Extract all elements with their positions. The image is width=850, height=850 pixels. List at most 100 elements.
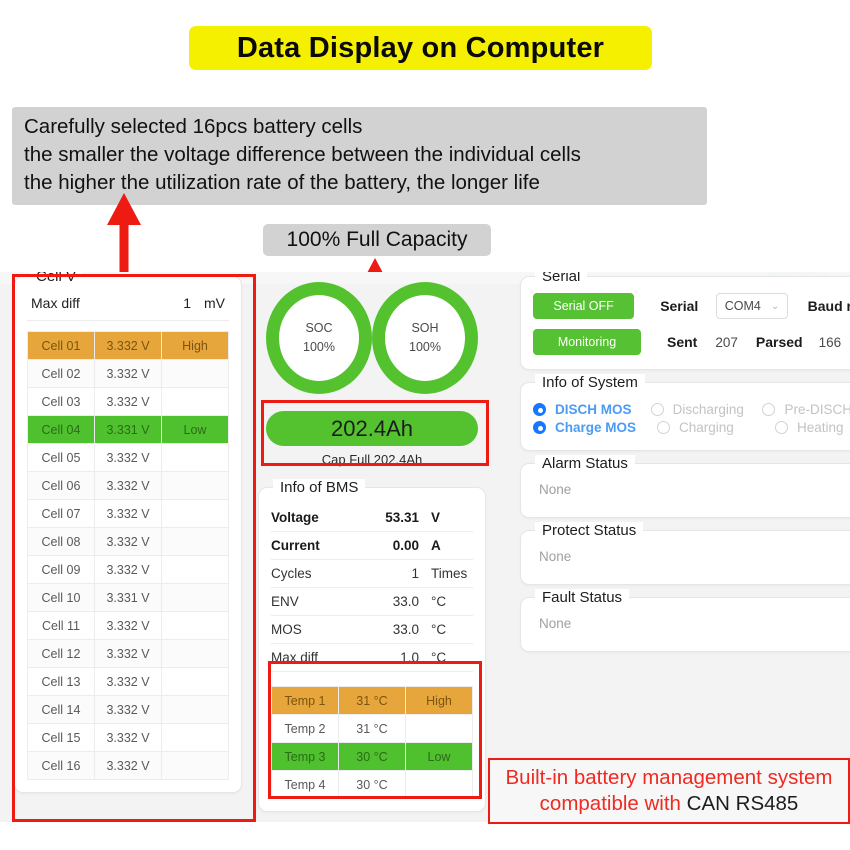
bms-app-window: Cell V Max diff 1 mV Cell 01 3.332 V High C… — [0, 272, 850, 822]
temp-flag — [405, 770, 473, 799]
radio-dot-icon — [650, 403, 664, 416]
cell-row[interactable]: Cell 06 3.332 V — [27, 471, 229, 500]
status-legend: Fault Status — [535, 589, 630, 606]
cell-voltage: 3.332 V — [94, 555, 162, 584]
serial-and-status-column: Serial Serial OFF Serial COM4 ⌄ Baud r M… — [520, 272, 850, 664]
temp-value: 30 °C — [338, 770, 406, 799]
cell-flag — [161, 751, 229, 780]
status-legend: Protect Status — [535, 522, 644, 539]
system-radio-heating[interactable]: Heating — [775, 420, 844, 435]
cell-row[interactable]: Cell 01 3.332 V High — [27, 331, 229, 360]
system-radio-pre-disch[interactable]: Pre-DISCH — [762, 402, 850, 417]
cell-voltage-column: Cell V Max diff 1 mV Cell 01 3.332 V High C… — [14, 272, 242, 805]
bms-claim-box: Built-in battery management system compa… — [488, 758, 850, 824]
parsed-value: 166 — [818, 334, 842, 350]
cell-row[interactable]: Cell 08 3.332 V — [27, 527, 229, 556]
bms-info-key: Current — [271, 538, 320, 553]
cell-row[interactable]: Cell 04 3.331 V Low — [27, 415, 229, 444]
serial-port-row: Serial OFF Serial COM4 ⌄ Baud r — [533, 293, 850, 319]
bms-info-unit: Times — [431, 566, 468, 581]
bms-info-key: Cycles — [271, 566, 312, 581]
cell-row[interactable]: Cell 15 3.332 V — [27, 723, 229, 752]
temperature-row[interactable]: Temp 1 31 °C High — [271, 686, 473, 715]
gauge-group: SOC 100% SOH 100% — [258, 276, 486, 394]
bms-info-row: Cycles 1 Times — [271, 560, 473, 588]
bms-info-key: Voltage — [271, 510, 319, 525]
soc-label: SOC — [305, 321, 333, 336]
cell-name: Cell 13 — [27, 667, 95, 696]
soh-gauge: SOH 100% — [372, 282, 478, 394]
temp-flag — [405, 714, 473, 743]
bms-claim-line-1: Built-in battery management system — [505, 766, 833, 790]
cell-flag — [161, 639, 229, 668]
bms-info-unit: V — [431, 510, 441, 525]
cell-row[interactable]: Cell 16 3.332 V — [27, 751, 229, 780]
cell-flag: High — [161, 331, 229, 360]
status-value: None — [539, 482, 572, 497]
cell-name: Cell 15 — [27, 723, 95, 752]
sent-label: Sent — [667, 334, 698, 350]
cell-row[interactable]: Cell 11 3.332 V — [27, 611, 229, 640]
cell-row[interactable]: Cell 02 3.332 V — [27, 359, 229, 388]
cell-name: Cell 03 — [27, 387, 95, 416]
serial-toggle-button[interactable]: Serial OFF — [533, 293, 635, 319]
capacity-callout: 100% Full Capacity — [263, 224, 491, 256]
temp-name: Temp 2 — [271, 714, 339, 743]
cell-name: Cell 12 — [27, 639, 95, 668]
summary-column: SOC 100% SOH 100% 202.4Ah Cap Full 202.4… — [258, 276, 486, 822]
cell-row[interactable]: Cell 05 3.332 V — [27, 443, 229, 472]
serial-port-select[interactable]: COM4 ⌄ — [716, 293, 788, 319]
cell-voltage: 3.332 V — [94, 331, 162, 360]
cell-row[interactable]: Cell 10 3.331 V — [27, 583, 229, 612]
status-card: Protect Status None — [520, 522, 850, 585]
cell-row[interactable]: Cell 09 3.332 V — [27, 555, 229, 584]
arrow-up-to-cell-v-icon — [107, 193, 141, 281]
soh-label: SOH — [411, 321, 439, 336]
temperature-row[interactable]: Temp 3 30 °C Low — [271, 742, 473, 771]
temperature-row[interactable]: Temp 4 30 °C — [271, 770, 473, 799]
soc-gauge: SOC 100% — [266, 282, 372, 394]
bms-info-row: Voltage 53.31 V — [271, 504, 473, 532]
capacity-box: 202.4Ah Cap Full 202.4Ah — [260, 404, 484, 473]
cell-flag — [161, 359, 229, 388]
system-radio-charging[interactable]: Charging — [657, 420, 775, 435]
cell-row[interactable]: Cell 14 3.332 V — [27, 695, 229, 724]
serial-port-label: Serial — [660, 298, 699, 314]
radio-dot-icon — [762, 403, 776, 416]
system-radio-charge-mos[interactable]: Charge MOS — [533, 420, 657, 435]
cell-flag — [161, 695, 229, 724]
bms-info-key: Max diff — [271, 650, 319, 665]
cell-name: Cell 07 — [27, 499, 95, 528]
cell-row[interactable]: Cell 07 3.332 V — [27, 499, 229, 528]
cell-max-diff-row: Max diff 1 mV — [27, 293, 229, 321]
serial-counters-row: Monitoring Sent 207 Parsed 166 — [533, 329, 850, 355]
cell-row[interactable]: Cell 13 3.332 V — [27, 667, 229, 696]
cell-flag: Low — [161, 415, 229, 444]
temp-value: 30 °C — [338, 742, 406, 771]
cell-voltage: 3.332 V — [94, 723, 162, 752]
temperature-row[interactable]: Temp 2 31 °C — [271, 714, 473, 743]
capacity-pill: 202.4Ah — [266, 411, 478, 446]
cell-voltage: 3.332 V — [94, 443, 162, 472]
monitoring-button[interactable]: Monitoring — [533, 329, 641, 355]
cell-name: Cell 16 — [27, 751, 95, 780]
bms-info-unit: °C — [431, 594, 447, 609]
cell-flag — [161, 443, 229, 472]
bms-info-key: ENV — [271, 594, 299, 609]
cell-voltage: 3.332 V — [94, 667, 162, 696]
cell-v-legend: Cell V — [29, 272, 84, 285]
cell-name: Cell 10 — [27, 583, 95, 612]
cell-voltage: 3.332 V — [94, 751, 162, 780]
system-radio-disch-mos[interactable]: DISCH MOS — [533, 402, 651, 417]
status-legend: Alarm Status — [535, 455, 635, 472]
temp-name: Temp 3 — [271, 742, 339, 771]
system-radio-discharging[interactable]: Discharging — [650, 402, 763, 417]
system-info-legend: Info of System — [535, 374, 645, 391]
radio-dot-icon — [533, 403, 546, 416]
sent-value: 207 — [715, 334, 738, 350]
cell-voltage: 3.332 V — [94, 639, 162, 668]
temp-name: Temp 1 — [271, 686, 339, 715]
system-row-charge: Charge MOS Charging Heating — [533, 420, 850, 435]
cell-row[interactable]: Cell 12 3.332 V — [27, 639, 229, 668]
cell-row[interactable]: Cell 03 3.332 V — [27, 387, 229, 416]
